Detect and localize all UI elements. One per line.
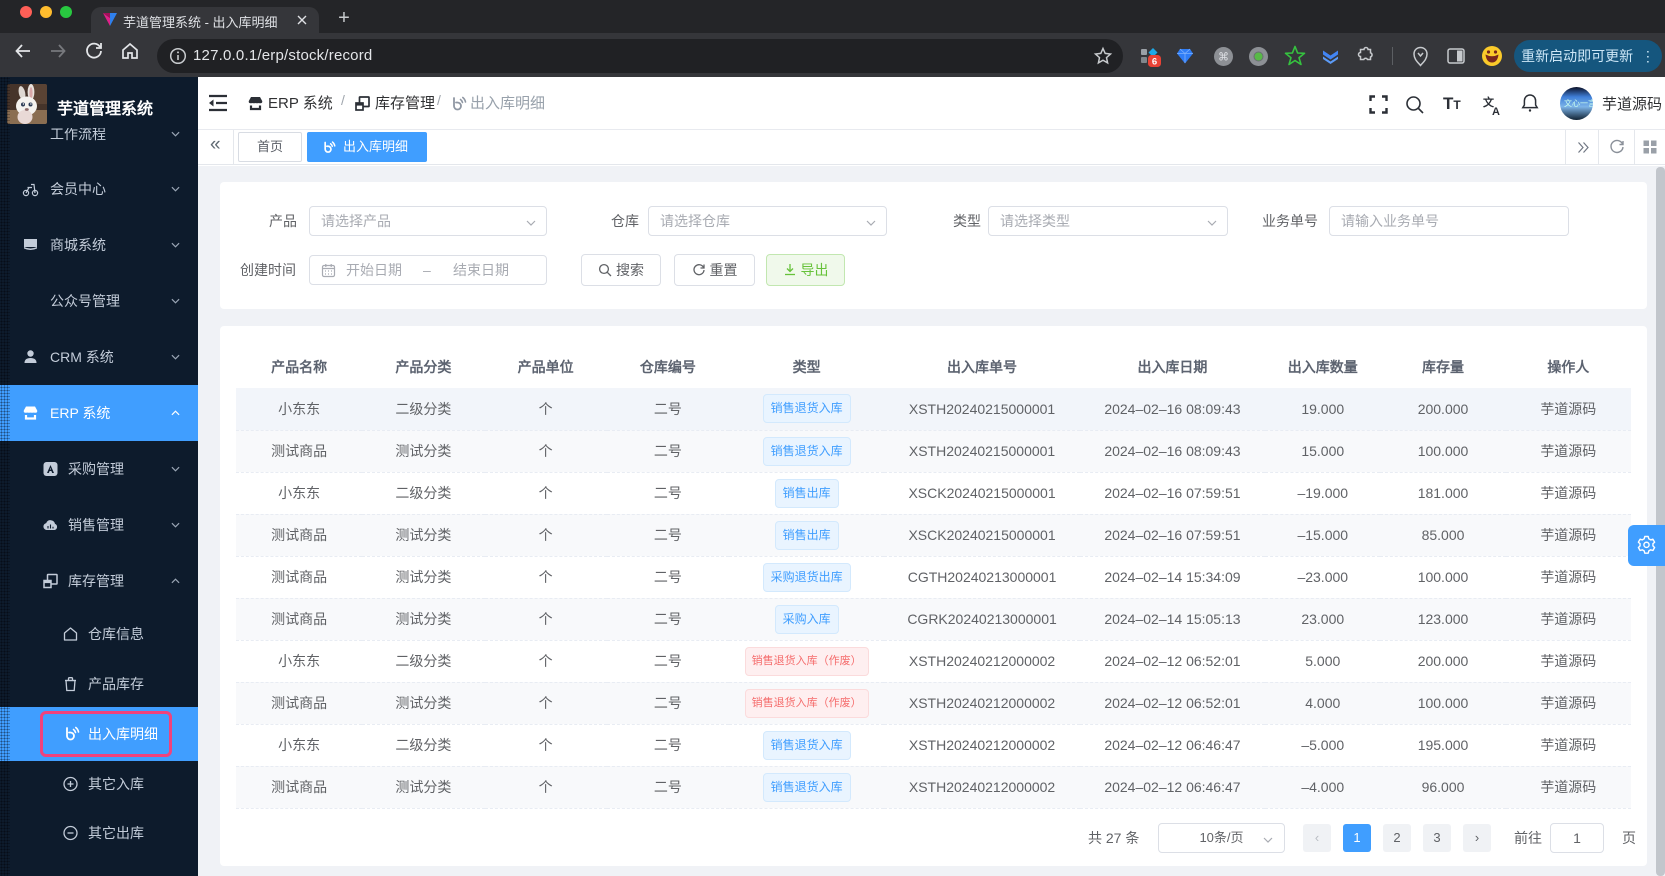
svg-text:A: A	[1492, 106, 1500, 117]
svg-text:⌘: ⌘	[1218, 52, 1229, 64]
svg-text:6: 6	[1152, 57, 1157, 68]
